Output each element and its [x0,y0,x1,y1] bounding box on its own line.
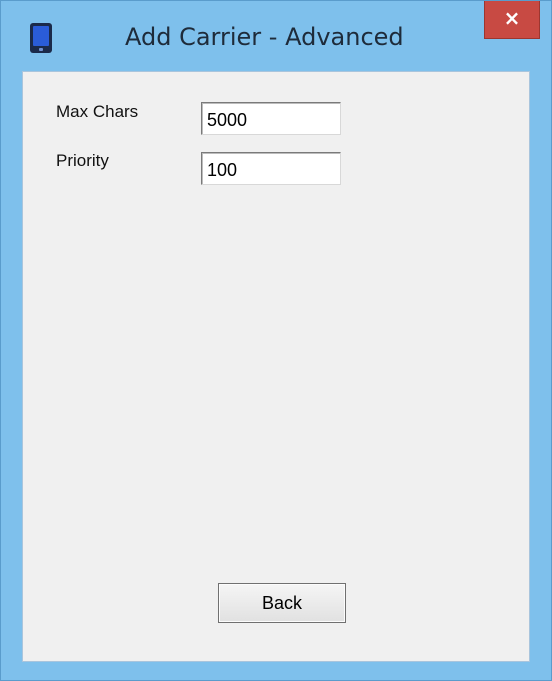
priority-input[interactable] [201,152,341,185]
max-chars-label: Max Chars [56,102,139,121]
dialog-window: Add Carrier - Advanced × Max Chars Prior… [0,0,552,681]
dialog-body: Max Chars Priority Back [22,71,530,662]
phone-home-button [39,48,43,51]
close-button[interactable]: × [484,1,540,39]
close-icon: × [503,6,521,30]
back-button[interactable]: Back [218,583,346,623]
max-chars-input[interactable] [201,102,341,135]
phone-icon [30,23,52,53]
window-title: Add Carrier - Advanced [125,23,404,51]
priority-label: Priority [56,151,109,170]
title-bar[interactable]: Add Carrier - Advanced × [1,1,551,71]
phone-screen [33,26,49,46]
